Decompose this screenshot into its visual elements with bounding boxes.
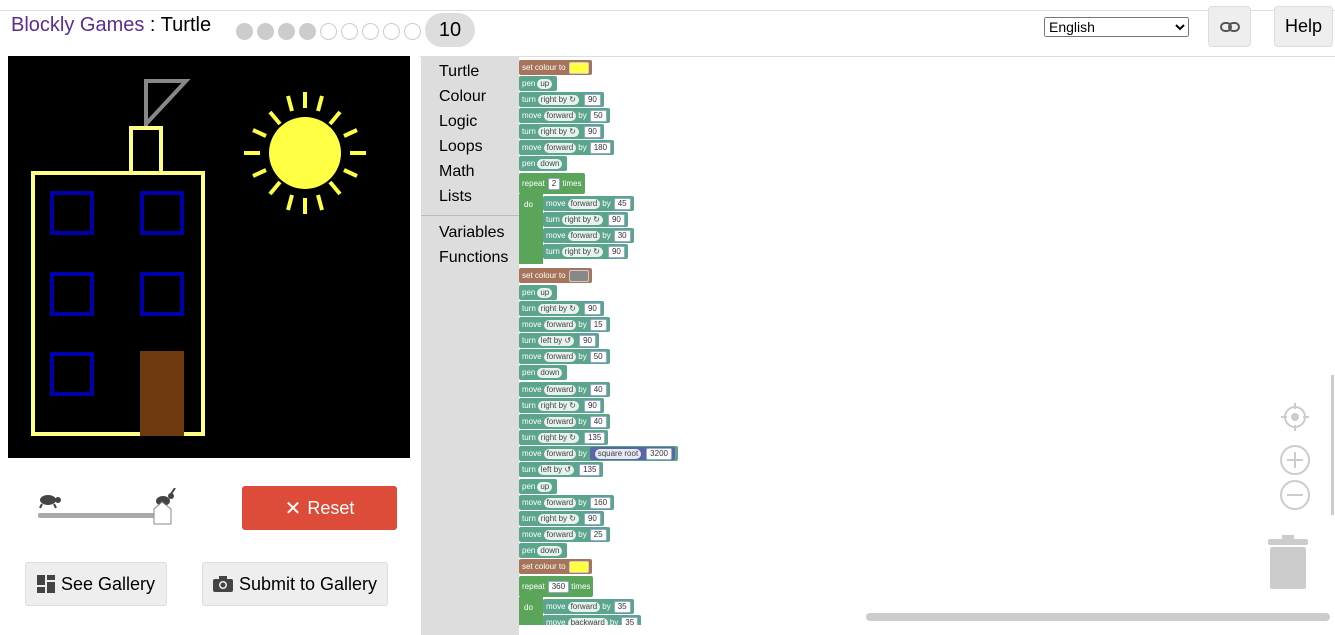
- level-dot[interactable]: [404, 22, 421, 40]
- level-dot[interactable]: [383, 22, 400, 40]
- see-gallery-button[interactable]: See Gallery: [25, 562, 167, 606]
- turn-block[interactable]: turn right by ↻ 90: [519, 92, 604, 107]
- language-select[interactable]: English: [1044, 17, 1189, 37]
- camera-icon: [212, 576, 233, 592]
- move-block[interactable]: move forward by 25: [519, 527, 610, 542]
- move-block[interactable]: move forward by square root 3200: [519, 446, 678, 461]
- pen-block[interactable]: pen up: [519, 479, 558, 494]
- pen-block[interactable]: pen down: [519, 156, 568, 171]
- level-dot[interactable]: [362, 22, 379, 40]
- toolbox-category-loops[interactable]: Loops: [439, 138, 483, 156]
- repeat-do-bar: do: [519, 597, 543, 625]
- page-title: Blockly Games : Turtle: [11, 14, 211, 37]
- turn-block[interactable]: turn left by ↺ 90: [519, 333, 599, 348]
- turtle-icon: [39, 495, 61, 509]
- turn-block[interactable]: turn right by ↻ 90: [543, 212, 628, 227]
- blockly-workspace[interactable]: set colour to pen up turn right by ↻ 90 mov…: [519, 57, 1335, 625]
- set-colour-block[interactable]: set colour to: [519, 60, 592, 75]
- pen-block[interactable]: pen up: [519, 76, 558, 91]
- move-block[interactable]: move forward by 45: [543, 196, 634, 211]
- pen-block[interactable]: pen up: [519, 285, 558, 300]
- toolbox-category-math[interactable]: Math: [439, 163, 475, 181]
- recenter-icon[interactable]: [1279, 401, 1311, 433]
- submit-gallery-button[interactable]: Submit to Gallery: [202, 562, 388, 606]
- repeat-block[interactable]: repeat 360 times: [519, 576, 594, 597]
- gallery-icon: [36, 575, 55, 593]
- level-dot[interactable]: [320, 22, 337, 40]
- turn-block[interactable]: turn right by ↻ 90: [519, 124, 604, 139]
- app-name-link[interactable]: Blockly Games: [11, 14, 144, 36]
- square-root-block[interactable]: square root 3200: [589, 447, 675, 461]
- turn-block[interactable]: turn right by ↻ 90: [519, 301, 604, 316]
- speed-slider[interactable]: [30, 487, 180, 528]
- trash-icon[interactable]: [1266, 533, 1310, 591]
- level-selector: 10: [236, 13, 475, 47]
- move-block[interactable]: move forward by 180: [519, 140, 615, 155]
- turtle-canvas: [8, 56, 410, 458]
- move-block[interactable]: move forward by 50: [519, 349, 610, 364]
- toolbox-category-logic[interactable]: Logic: [439, 113, 477, 131]
- rabbit-icon: [156, 487, 176, 506]
- game-name: Turtle: [160, 14, 212, 36]
- turn-block[interactable]: turn left by ↺ 135: [519, 462, 604, 477]
- reset-button[interactable]: ✕ Reset: [242, 486, 397, 530]
- turn-block[interactable]: turn right by ↻ 90: [543, 244, 628, 259]
- move-block[interactable]: move forward by 35: [543, 599, 634, 614]
- link-button[interactable]: [1208, 6, 1251, 47]
- move-block[interactable]: move forward by 15: [519, 317, 610, 332]
- link-icon: [1219, 21, 1240, 32]
- level-dot[interactable]: [236, 22, 253, 40]
- set-colour-block[interactable]: set colour to: [519, 559, 592, 574]
- turn-block[interactable]: turn right by ↻ 135: [519, 430, 609, 445]
- toolbox-category-functions[interactable]: Functions: [439, 249, 508, 267]
- turn-block[interactable]: turn right by ↻ 90: [519, 511, 604, 526]
- move-block[interactable]: move forward by 40: [519, 414, 610, 429]
- repeat-do-bar: do: [519, 194, 543, 264]
- pen-block[interactable]: pen down: [519, 365, 568, 380]
- title-separator: :: [144, 14, 161, 36]
- horizontal-scrollbar[interactable]: [866, 613, 1330, 621]
- toolbox-category-turtle[interactable]: Turtle: [439, 63, 479, 81]
- repeat-block[interactable]: repeat 2 times: [519, 173, 585, 194]
- move-block[interactable]: move forward by 50: [519, 108, 610, 123]
- toolbox-category-colour[interactable]: Colour: [439, 88, 486, 106]
- zoom-in-icon[interactable]: [1279, 444, 1311, 476]
- close-icon: ✕: [284, 497, 302, 520]
- current-level-badge[interactable]: 10: [425, 13, 475, 47]
- set-colour-block[interactable]: set colour to: [519, 268, 592, 283]
- level-dot[interactable]: [299, 22, 316, 40]
- move-block[interactable]: move forward by 30: [543, 228, 634, 243]
- turn-block[interactable]: turn right by ↻ 90: [519, 398, 604, 413]
- zoom-out-icon[interactable]: [1279, 479, 1311, 511]
- toolbox: Turtle Colour Logic Loops Math Lists Var…: [421, 57, 519, 635]
- toolbox-category-variables[interactable]: Variables: [439, 224, 505, 242]
- move-block[interactable]: move forward by 160: [519, 495, 615, 510]
- pen-block[interactable]: pen down: [519, 543, 568, 558]
- help-button[interactable]: Help: [1274, 6, 1333, 47]
- move-block[interactable]: move forward by 40: [519, 382, 610, 397]
- vertical-scrollbar[interactable]: [1331, 375, 1334, 515]
- toolbox-category-lists[interactable]: Lists: [439, 188, 472, 206]
- level-dot[interactable]: [341, 22, 358, 40]
- move-block[interactable]: move backward by 35: [543, 615, 642, 625]
- level-dot[interactable]: [257, 22, 274, 40]
- level-dot[interactable]: [278, 22, 295, 40]
